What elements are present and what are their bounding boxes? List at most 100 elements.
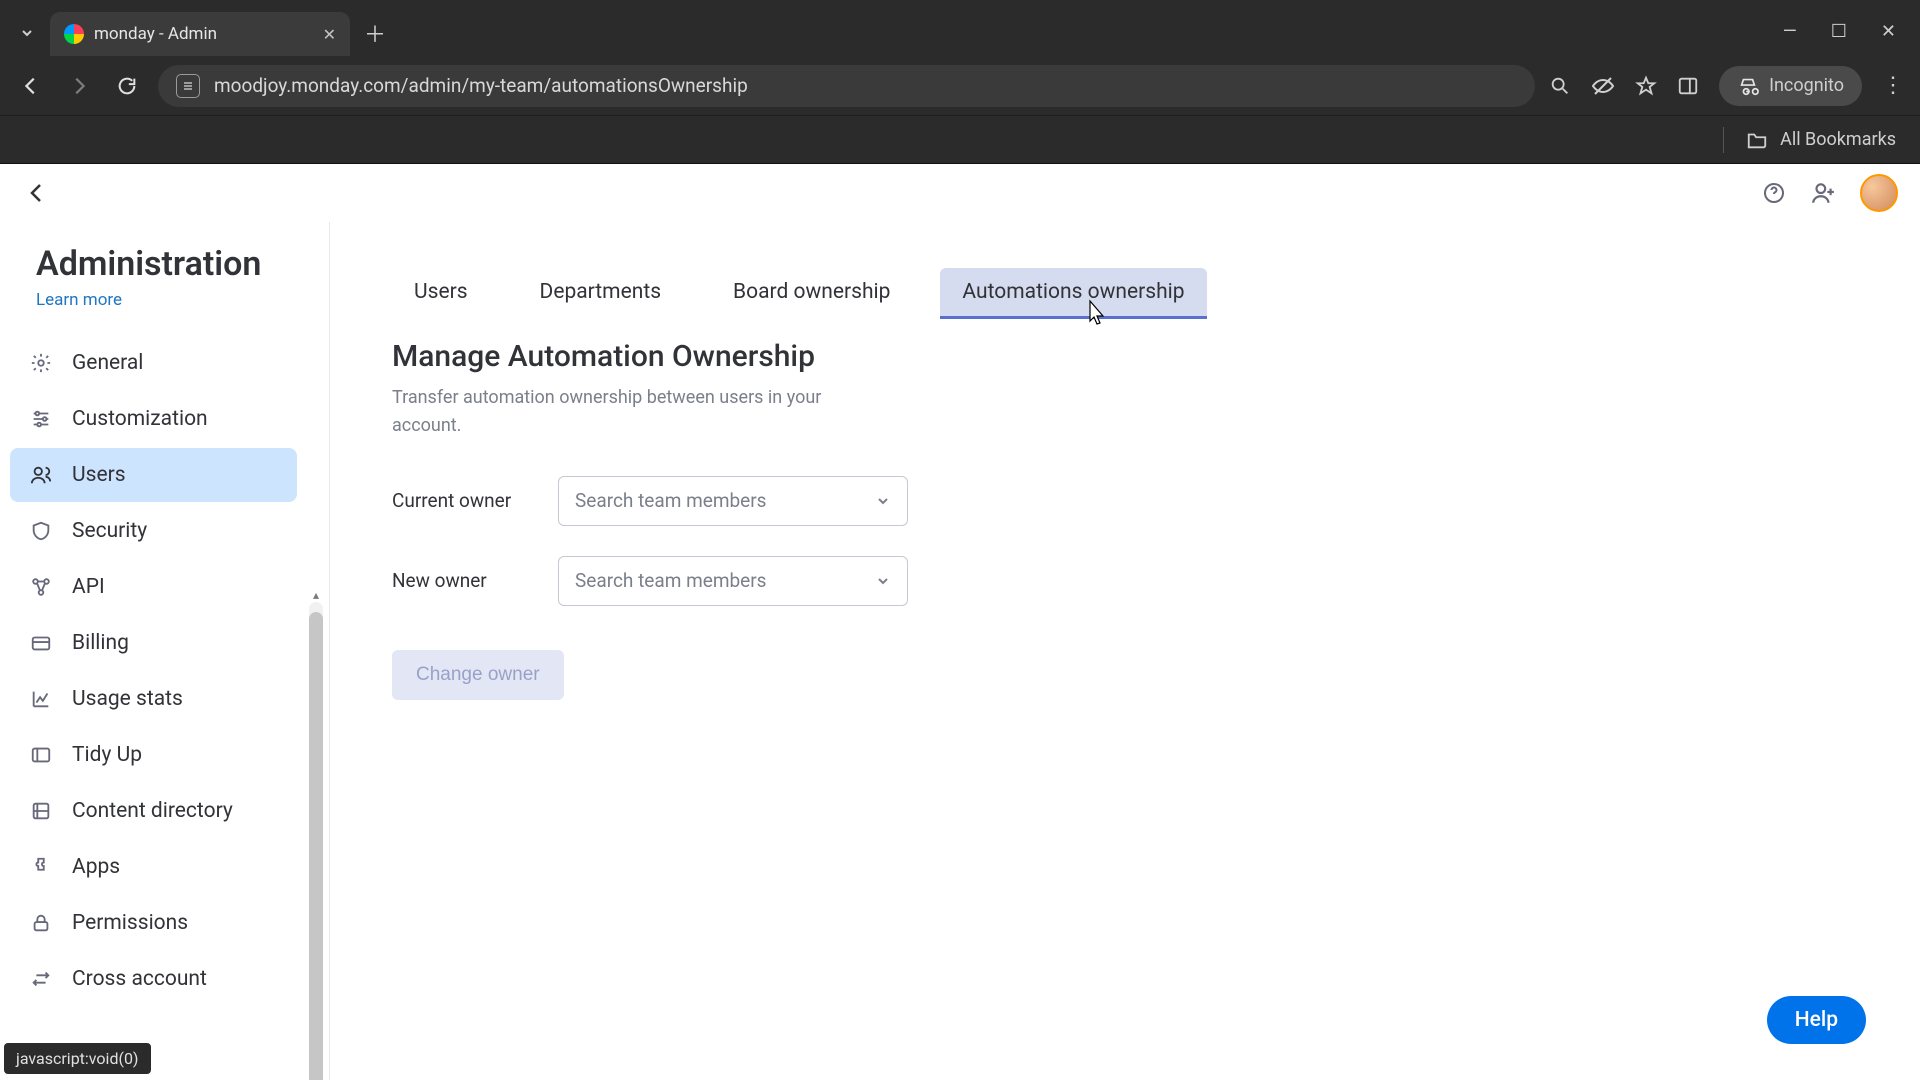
sidebar-item-permissions[interactable]: Permissions bbox=[10, 896, 297, 950]
sidebar-item-label: General bbox=[72, 351, 143, 375]
browser-window: monday - Admin ✕ ＋ — ☐ ✕ moodjoy.monday.… bbox=[0, 0, 1920, 1080]
sidebar-item-label: Content directory bbox=[72, 799, 233, 823]
sidebar-item-security[interactable]: Security bbox=[10, 504, 297, 558]
chevron-down-icon bbox=[875, 573, 891, 589]
current-owner-label: Current owner bbox=[392, 489, 532, 512]
main-panel: Users Departments Board ownership Automa… bbox=[330, 222, 1920, 1080]
toolbar-right: Incognito ⋮ bbox=[1549, 66, 1906, 106]
maximize-icon[interactable]: ☐ bbox=[1831, 21, 1847, 42]
sidebar-item-label: Tidy Up bbox=[72, 743, 142, 767]
browser-tab[interactable]: monday - Admin ✕ bbox=[50, 12, 350, 56]
sidebar-item-users[interactable]: Users bbox=[10, 448, 297, 502]
puzzle-icon bbox=[28, 854, 54, 880]
all-bookmarks-link[interactable]: All Bookmarks bbox=[1780, 129, 1896, 150]
close-window-icon[interactable]: ✕ bbox=[1881, 21, 1896, 42]
sidebar-title: Administration bbox=[36, 244, 293, 284]
change-owner-button[interactable]: Change owner bbox=[392, 650, 564, 700]
minimize-icon[interactable]: — bbox=[1783, 21, 1797, 42]
app-back-button[interactable] bbox=[22, 178, 52, 208]
sidebar-list: General Customization Users Security bbox=[0, 336, 329, 1006]
status-bar: javascript:void(0) bbox=[4, 1043, 151, 1074]
incognito-indicator[interactable]: Incognito bbox=[1719, 66, 1862, 106]
sidebar-item-content-directory[interactable]: Content directory bbox=[10, 784, 297, 838]
back-button[interactable] bbox=[14, 69, 48, 103]
app-header bbox=[0, 164, 1920, 222]
learn-more-link[interactable]: Learn more bbox=[36, 290, 122, 310]
chart-icon bbox=[28, 686, 54, 712]
sidebar-item-api[interactable]: API bbox=[10, 560, 297, 614]
sidebar-item-label: Permissions bbox=[72, 911, 188, 935]
eye-off-icon[interactable] bbox=[1591, 74, 1615, 98]
new-tab-button[interactable]: ＋ bbox=[358, 16, 392, 50]
invite-icon[interactable] bbox=[1810, 180, 1836, 206]
sidebar-item-label: Security bbox=[72, 519, 147, 543]
tab-title: monday - Admin bbox=[94, 24, 217, 44]
help-fab[interactable]: Help bbox=[1767, 996, 1866, 1044]
new-owner-row: New owner Search team members bbox=[392, 556, 1880, 606]
tab-departments[interactable]: Departments bbox=[518, 268, 684, 319]
broom-icon bbox=[28, 742, 54, 768]
address-bar[interactable]: moodjoy.monday.com/admin/my-team/automat… bbox=[158, 65, 1535, 107]
avatar[interactable] bbox=[1860, 174, 1898, 212]
folder-icon bbox=[28, 798, 54, 824]
reload-button[interactable] bbox=[110, 69, 144, 103]
sidebar-item-label: Billing bbox=[72, 631, 129, 655]
site-info-icon[interactable] bbox=[176, 74, 200, 98]
sidepanel-icon[interactable] bbox=[1677, 75, 1699, 97]
sidebar-item-label: Users bbox=[72, 463, 126, 487]
current-owner-row: Current owner Search team members bbox=[392, 476, 1880, 526]
sidebar-item-tidy-up[interactable]: Tidy Up bbox=[10, 728, 297, 782]
sidebar-item-cross-account[interactable]: Cross account bbox=[10, 952, 297, 1006]
browser-toolbar: moodjoy.monday.com/admin/my-team/automat… bbox=[0, 56, 1920, 116]
tab-board-ownership[interactable]: Board ownership bbox=[711, 268, 912, 319]
sidebar-item-label: Cross account bbox=[72, 967, 207, 991]
sidebar-item-customization[interactable]: Customization bbox=[10, 392, 297, 446]
separator bbox=[1723, 127, 1724, 153]
new-owner-select[interactable]: Search team members bbox=[558, 556, 908, 606]
search-icon[interactable] bbox=[1549, 75, 1571, 97]
section-description: Transfer automation ownership between us… bbox=[392, 384, 832, 440]
sidebar-item-usage-stats[interactable]: Usage stats bbox=[10, 672, 297, 726]
help-icon[interactable] bbox=[1762, 181, 1786, 205]
ownership-form: Current owner Search team members New ow… bbox=[392, 476, 1880, 700]
scroll-up-icon[interactable]: ▴ bbox=[313, 588, 319, 602]
sidebar-item-label: Apps bbox=[72, 855, 120, 879]
select-placeholder: Search team members bbox=[575, 569, 766, 592]
swap-icon bbox=[28, 966, 54, 992]
scroll-thumb[interactable] bbox=[309, 612, 323, 1080]
url-text: moodjoy.monday.com/admin/my-team/automat… bbox=[214, 74, 748, 97]
users-icon bbox=[28, 462, 54, 488]
close-tab-icon[interactable]: ✕ bbox=[323, 25, 336, 44]
monday-favicon bbox=[64, 24, 84, 44]
select-placeholder: Search team members bbox=[575, 489, 766, 512]
app-root: Administration Learn more General Custom… bbox=[0, 164, 1920, 1080]
browser-titlebar: monday - Admin ✕ ＋ — ☐ ✕ bbox=[0, 0, 1920, 56]
content-card: Users Departments Board ownership Automa… bbox=[382, 248, 1880, 740]
sidebar-scrollbar[interactable]: ▴ ▾ bbox=[309, 602, 323, 1080]
sidebar-item-label: API bbox=[72, 575, 105, 599]
lock-icon bbox=[28, 910, 54, 936]
gear-icon bbox=[28, 350, 54, 376]
card-icon bbox=[28, 630, 54, 656]
tab-users[interactable]: Users bbox=[392, 268, 490, 319]
kebab-menu-icon[interactable]: ⋮ bbox=[1882, 73, 1906, 98]
sidebar-item-label: Usage stats bbox=[72, 687, 183, 711]
sidebar-item-apps[interactable]: Apps bbox=[10, 840, 297, 894]
bookmarks-bar: All Bookmarks bbox=[0, 116, 1920, 164]
forward-button[interactable] bbox=[62, 69, 96, 103]
chevron-down-icon bbox=[875, 493, 891, 509]
current-owner-select[interactable]: Search team members bbox=[558, 476, 908, 526]
api-icon bbox=[28, 574, 54, 600]
tab-automations-ownership[interactable]: Automations ownership bbox=[940, 268, 1206, 319]
sidebar-item-general[interactable]: General bbox=[10, 336, 297, 390]
tab-bar: Users Departments Board ownership Automa… bbox=[382, 268, 1880, 319]
new-owner-label: New owner bbox=[392, 569, 532, 592]
sidebar-item-billing[interactable]: Billing bbox=[10, 616, 297, 670]
folder-icon bbox=[1746, 129, 1768, 151]
window-controls: — ☐ ✕ bbox=[1783, 21, 1896, 42]
sliders-icon bbox=[28, 406, 54, 432]
shield-icon bbox=[28, 518, 54, 544]
star-icon[interactable] bbox=[1635, 75, 1657, 97]
tab-search-button[interactable] bbox=[10, 16, 44, 50]
sidebar: Administration Learn more General Custom… bbox=[0, 222, 330, 1080]
